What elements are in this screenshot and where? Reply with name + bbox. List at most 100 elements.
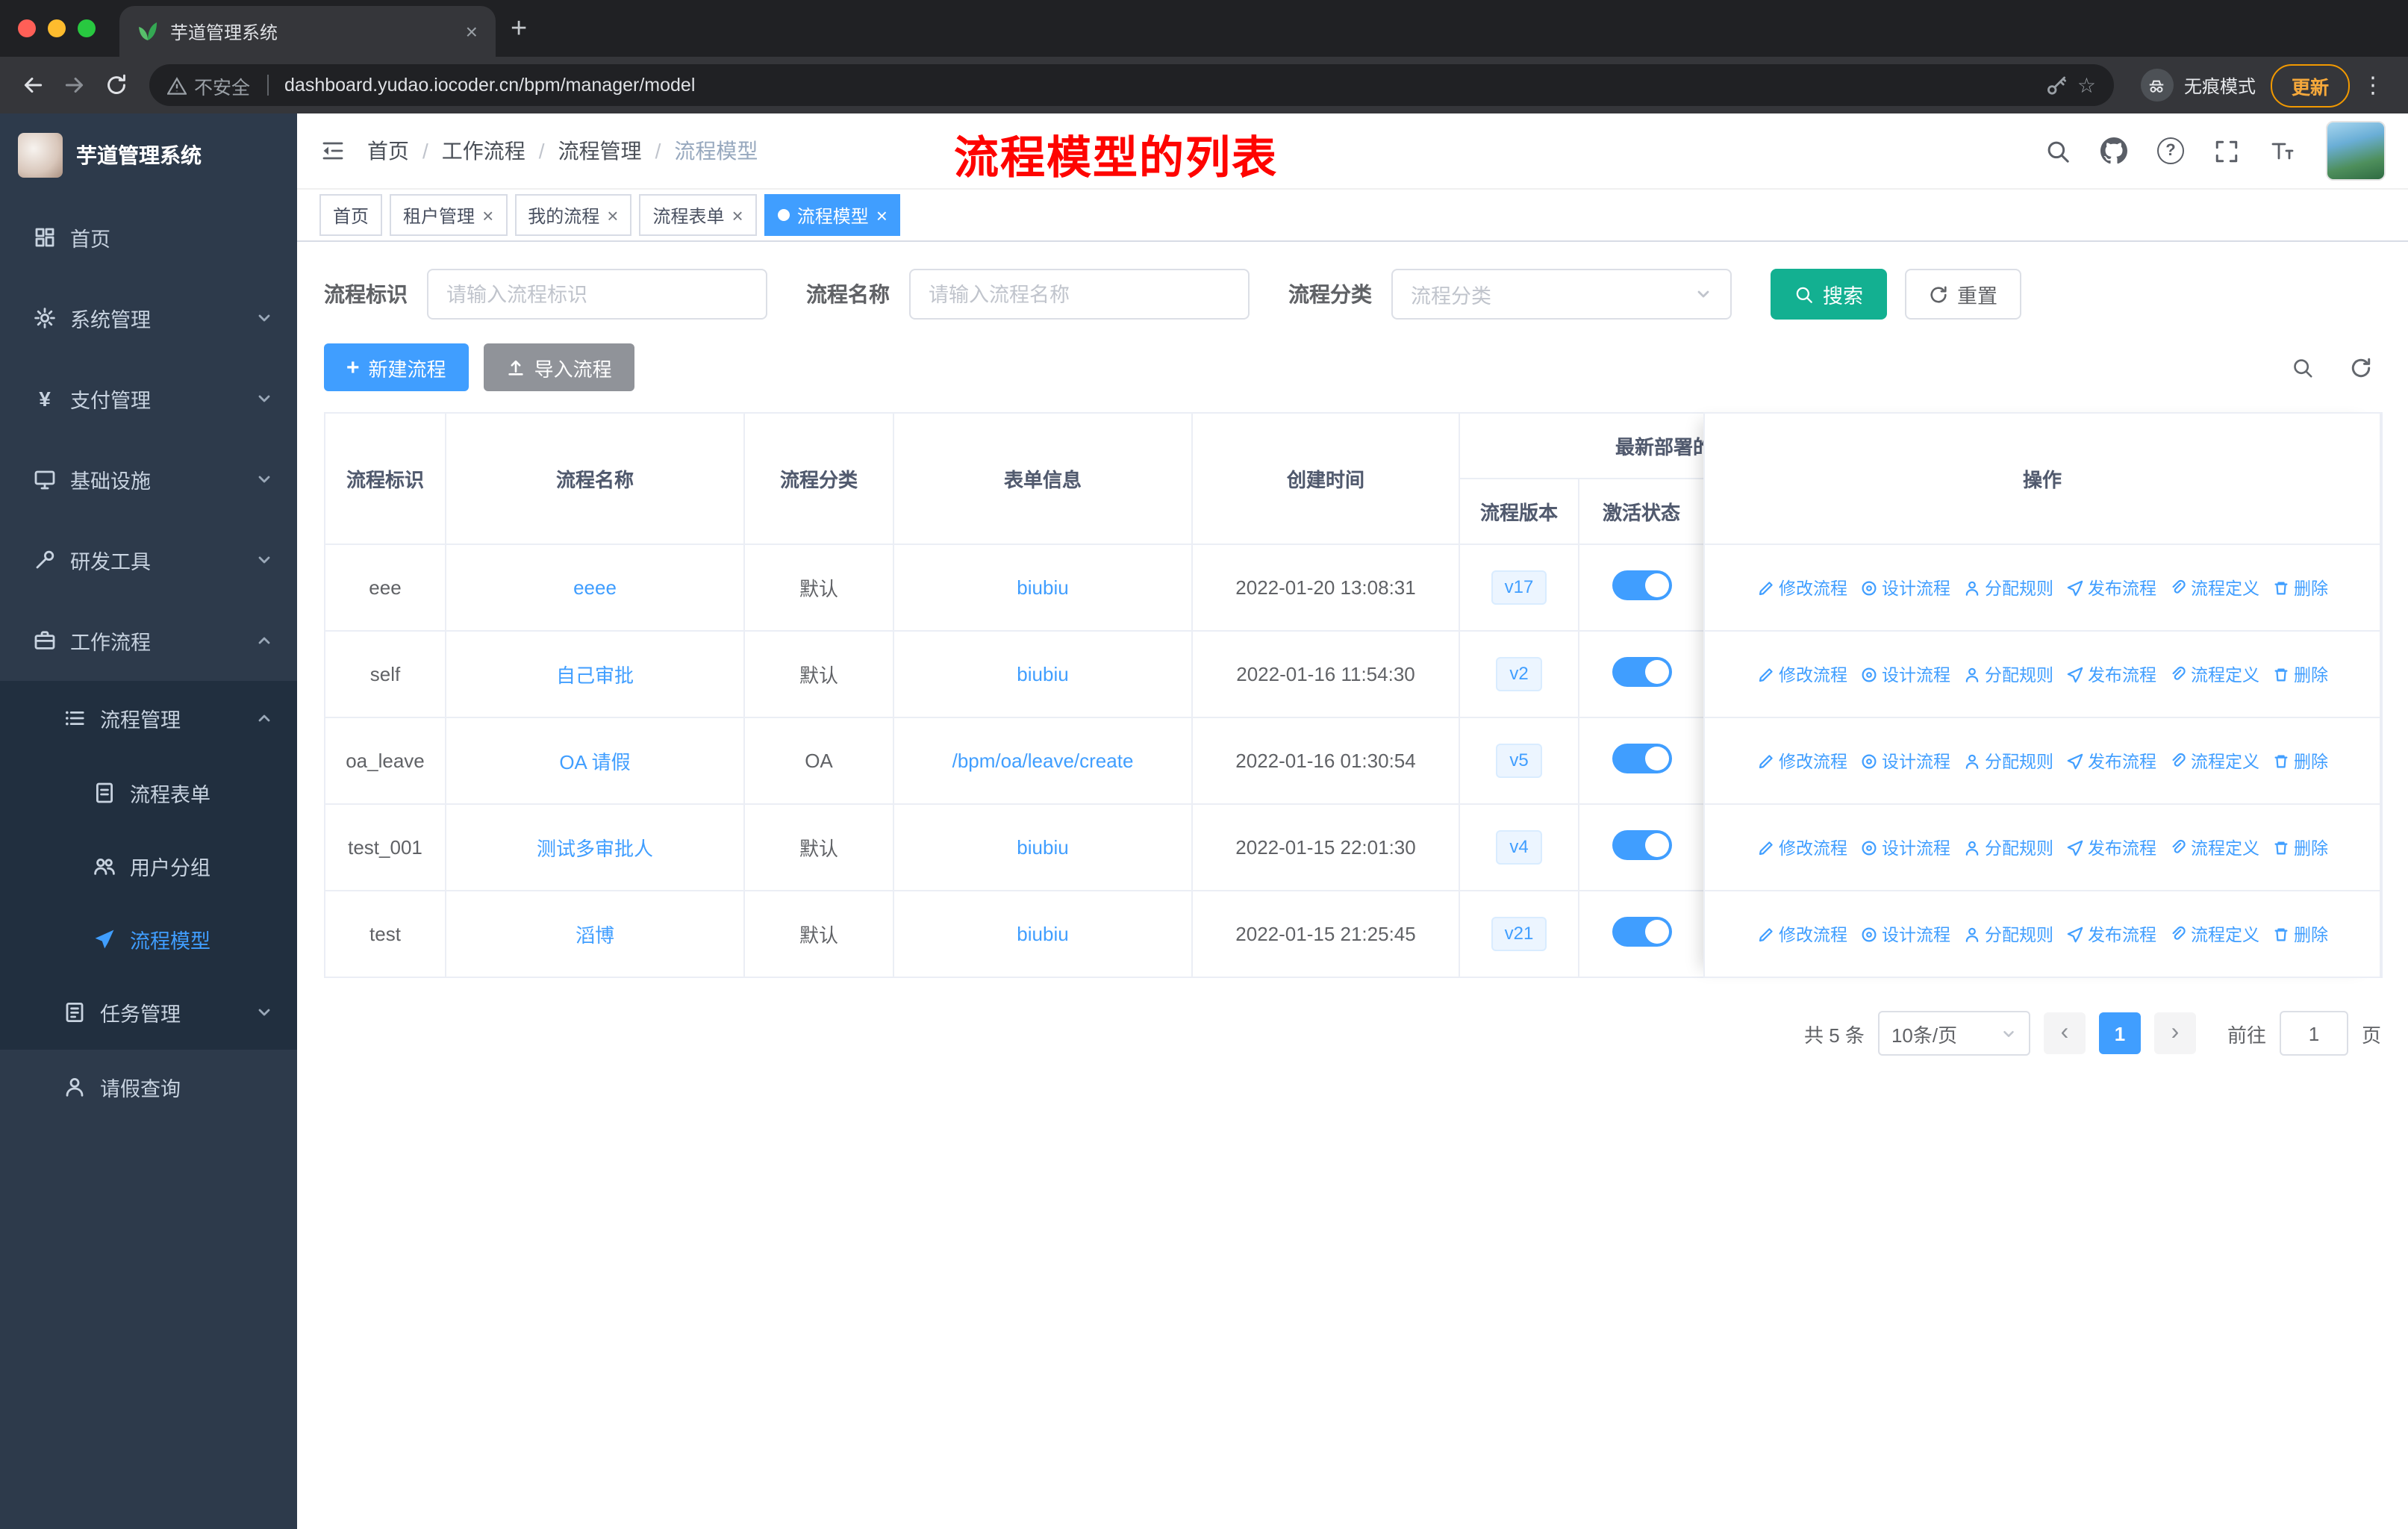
action-design-link[interactable]: 设计流程: [1859, 749, 1950, 773]
form-link[interactable]: biubiu: [1017, 923, 1068, 945]
active-toggle[interactable]: [1612, 830, 1671, 860]
user-avatar[interactable]: [2326, 121, 2386, 181]
security-indicator[interactable]: 不安全: [167, 71, 250, 99]
font-size-icon[interactable]: [2269, 137, 2296, 164]
breadcrumb-item-process-management[interactable]: 流程管理: [558, 136, 642, 166]
address-bar[interactable]: 不安全 dashboard.yudao.iocoder.cn/bpm/manag…: [149, 64, 2114, 106]
action-definition-link[interactable]: 流程定义: [2168, 835, 2259, 859]
form-link[interactable]: biubiu: [1017, 663, 1068, 685]
action-design-link[interactable]: 设计流程: [1859, 835, 1950, 859]
action-definition-link[interactable]: 流程定义: [2168, 922, 2259, 946]
action-publish-link[interactable]: 发布流程: [2065, 922, 2156, 946]
process-name-link[interactable]: 自己审批: [556, 664, 634, 687]
action-definition-link[interactable]: 流程定义: [2168, 576, 2259, 600]
action-publish-link[interactable]: 发布流程: [2065, 749, 2156, 773]
action-definition-link[interactable]: 流程定义: [2168, 662, 2259, 686]
github-icon[interactable]: [2100, 137, 2127, 164]
tag-close-icon[interactable]: ×: [876, 205, 888, 225]
process-name-link[interactable]: eeee: [573, 576, 617, 599]
action-edit-link[interactable]: 修改流程: [1756, 749, 1847, 773]
tab-close-icon[interactable]: ×: [460, 19, 484, 43]
sidebar-item-process-management[interactable]: 流程管理: [0, 681, 297, 756]
action-assign-link[interactable]: 分配规则: [1962, 662, 2053, 686]
sidebar-item-devtools[interactable]: 研发工具: [0, 520, 297, 600]
action-delete-link[interactable]: 删除: [2271, 662, 2328, 686]
create-process-button[interactable]: + 新建流程: [324, 343, 469, 391]
action-assign-link[interactable]: 分配规则: [1962, 749, 2053, 773]
active-toggle[interactable]: [1612, 570, 1671, 600]
browser-tab[interactable]: 芋道管理系统 ×: [119, 6, 496, 57]
form-link[interactable]: biubiu: [1017, 836, 1068, 859]
close-window-button[interactable]: [18, 19, 36, 37]
sidebar-item-workflow[interactable]: 工作流程: [0, 600, 297, 681]
tag-my-process[interactable]: 我的流程 ×: [514, 194, 632, 236]
action-assign-link[interactable]: 分配规则: [1962, 835, 2053, 859]
active-toggle[interactable]: [1612, 917, 1671, 947]
tag-process-model[interactable]: 流程模型 ×: [764, 194, 901, 236]
process-name-link[interactable]: OA 请假: [559, 751, 630, 773]
tag-tenant-management[interactable]: 租户管理 ×: [390, 194, 508, 236]
fullscreen-icon[interactable]: [2214, 138, 2239, 164]
action-delete-link[interactable]: 删除: [2271, 576, 2328, 600]
action-publish-link[interactable]: 发布流程: [2065, 662, 2156, 686]
page-size-select[interactable]: 10条/页: [1877, 1011, 2030, 1056]
action-assign-link[interactable]: 分配规则: [1962, 576, 2053, 600]
process-key-input[interactable]: [427, 269, 767, 320]
sidebar-item-user-group[interactable]: 用户分组: [0, 829, 297, 902]
help-icon[interactable]: ?: [2157, 137, 2184, 164]
sidebar-item-task-management[interactable]: 任务管理: [0, 975, 297, 1050]
sidebar-item-process-model[interactable]: 流程模型: [0, 902, 297, 975]
tag-process-form[interactable]: 流程表单 ×: [639, 194, 757, 236]
sidebar-item-home[interactable]: 首页: [0, 197, 297, 278]
action-publish-link[interactable]: 发布流程: [2065, 576, 2156, 600]
action-edit-link[interactable]: 修改流程: [1756, 922, 1847, 946]
action-design-link[interactable]: 设计流程: [1859, 576, 1950, 600]
action-design-link[interactable]: 设计流程: [1859, 662, 1950, 686]
minimize-window-button[interactable]: [48, 19, 66, 37]
action-design-link[interactable]: 设计流程: [1859, 922, 1950, 946]
form-link[interactable]: /bpm/oa/leave/create: [952, 750, 1134, 772]
reset-button[interactable]: 重置: [1905, 269, 2021, 320]
search-button[interactable]: 搜索: [1771, 269, 1887, 320]
action-edit-link[interactable]: 修改流程: [1756, 835, 1847, 859]
key-icon[interactable]: [2046, 74, 2068, 96]
form-link[interactable]: biubiu: [1017, 576, 1068, 599]
process-name-input[interactable]: [909, 269, 1250, 320]
tag-home[interactable]: 首页: [319, 194, 383, 236]
sidebar-item-process-form[interactable]: 流程表单: [0, 756, 297, 829]
process-name-link[interactable]: 测试多审批人: [537, 838, 653, 860]
tag-close-icon[interactable]: ×: [607, 205, 618, 225]
new-tab-button[interactable]: +: [511, 14, 527, 43]
process-name-link[interactable]: 滔博: [576, 924, 614, 947]
action-delete-link[interactable]: 删除: [2271, 922, 2328, 946]
breadcrumb-item-home[interactable]: 首页: [367, 136, 409, 166]
action-edit-link[interactable]: 修改流程: [1756, 662, 1847, 686]
import-process-button[interactable]: 导入流程: [483, 343, 634, 391]
forward-button[interactable]: [54, 64, 96, 106]
sidebar-item-payment[interactable]: ¥ 支付管理: [0, 358, 297, 439]
zoom-window-button[interactable]: [78, 19, 96, 37]
action-edit-link[interactable]: 修改流程: [1756, 576, 1847, 600]
browser-menu-icon[interactable]: ⋮: [2362, 72, 2384, 99]
sidebar-item-infrastructure[interactable]: 基础设施: [0, 439, 297, 520]
goto-page-input[interactable]: [2279, 1011, 2348, 1056]
action-publish-link[interactable]: 发布流程: [2065, 835, 2156, 859]
star-icon[interactable]: ☆: [2077, 72, 2096, 98]
tag-close-icon[interactable]: ×: [482, 205, 493, 225]
process-category-select[interactable]: 流程分类: [1391, 269, 1732, 320]
refresh-table-button[interactable]: [2350, 356, 2372, 379]
action-delete-link[interactable]: 删除: [2271, 835, 2328, 859]
action-assign-link[interactable]: 分配规则: [1962, 922, 2053, 946]
page-1-button[interactable]: 1: [2098, 1012, 2141, 1054]
active-toggle[interactable]: [1612, 657, 1671, 687]
action-delete-link[interactable]: 删除: [2271, 749, 2328, 773]
action-definition-link[interactable]: 流程定义: [2168, 749, 2259, 773]
active-toggle[interactable]: [1612, 744, 1671, 773]
sidebar-item-system[interactable]: 系统管理: [0, 278, 297, 358]
prev-page-button[interactable]: ‹: [2043, 1012, 2086, 1054]
search-icon[interactable]: [2045, 138, 2071, 164]
show-search-button[interactable]: [2292, 356, 2314, 379]
back-button[interactable]: [12, 64, 54, 106]
breadcrumb-item-workflow[interactable]: 工作流程: [442, 136, 525, 166]
sidebar-item-leave-query[interactable]: 请假查询: [0, 1050, 297, 1124]
